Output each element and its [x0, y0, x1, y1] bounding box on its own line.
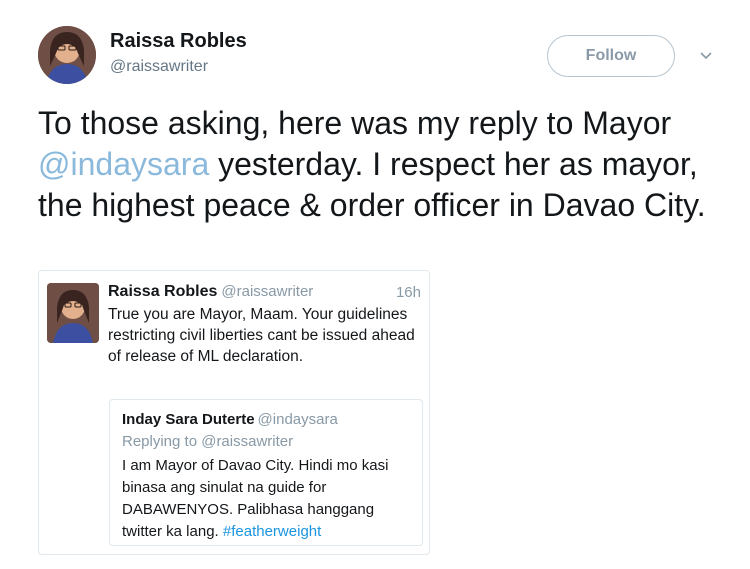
tweet-text: To those asking, here was my reply to Ma…	[38, 103, 718, 226]
nested-quoted-tweet[interactable]: Inday Sara Duterte @indaysara Replying to…	[109, 399, 423, 546]
quoted-timestamp: 16h	[395, 284, 421, 301]
quoted-tweet[interactable]: Raissa Robles @raissawriter 16h True you …	[38, 270, 430, 555]
mention-link[interactable]: @indaysara	[38, 146, 209, 182]
tweet-card: Raissa Robles @raissawriter Follow To th…	[0, 0, 750, 569]
tweet-text-before: To those asking, here was my reply to Ma…	[38, 105, 672, 141]
avatar[interactable]	[38, 26, 96, 84]
nested-replying-to: Replying to @raissawriter	[122, 433, 294, 450]
quoted-author: Raissa Robles @raissawriter	[108, 283, 313, 301]
author-handle[interactable]: @raissawriter	[110, 58, 208, 76]
nested-author-handle: @indaysara	[257, 411, 338, 428]
author-name[interactable]: Raissa Robles	[110, 30, 247, 53]
chevron-down-icon[interactable]	[698, 50, 714, 62]
quoted-avatar-photo	[47, 283, 99, 343]
hashtag-link[interactable]: #featherweight	[223, 523, 321, 540]
quoted-avatar	[47, 283, 99, 343]
follow-button[interactable]: Follow	[547, 35, 675, 77]
avatar-photo	[38, 26, 96, 84]
nested-author: Inday Sara Duterte @indaysara	[122, 411, 338, 428]
quoted-text: True you are Mayor, Maam. Your guideline…	[108, 306, 415, 365]
quoted-author-handle: @raissawriter	[221, 283, 314, 300]
quoted-author-name: Raissa Robles	[108, 283, 218, 300]
nested-text: I am Mayor of Davao City. Hindi mo kasi …	[122, 455, 412, 543]
nested-author-name: Inday Sara Duterte	[122, 411, 255, 428]
